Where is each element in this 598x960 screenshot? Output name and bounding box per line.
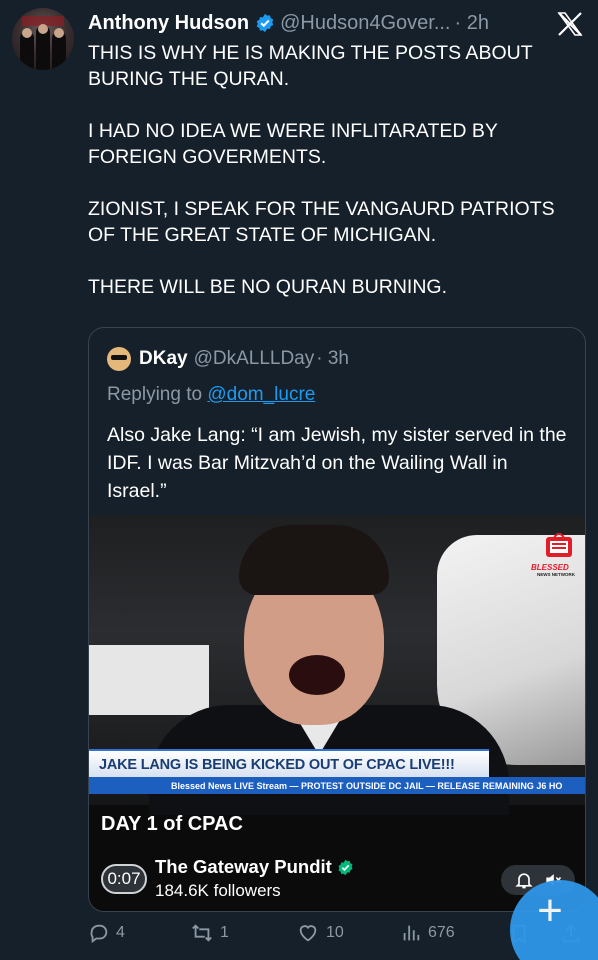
verified-icon	[256, 13, 274, 33]
quote-author-handle[interactable]: @DkALLLDay	[194, 348, 315, 370]
like-icon	[299, 925, 317, 942]
bell-icon[interactable]	[514, 870, 534, 890]
repost-icon	[192, 924, 212, 942]
lower-third-banner: JAKE LANG IS BEING KICKED OUT OF CPAC LI…	[89, 749, 489, 779]
reply-icon	[90, 924, 108, 944]
post-time: · 2h	[454, 11, 489, 34]
like-button[interactable]: 10	[296, 922, 344, 944]
channel-name[interactable]: The Gateway Pundit	[155, 856, 354, 878]
repost-button[interactable]: 1	[190, 922, 229, 944]
author-avatar[interactable]	[12, 8, 74, 70]
video-frame[interactable]: BLESSED NEWS NETWORK JAKE LANG IS BEING …	[89, 515, 585, 815]
views-icon	[403, 925, 420, 941]
reply-count: 4	[116, 924, 125, 941]
quote-text: Also Jake Lang: “I am Jewish, my sister …	[107, 424, 567, 502]
quote-time: · 3h	[316, 348, 349, 369]
post-paragraph: I HAD NO IDEA WE WERE INFLITARATED BY FO…	[88, 120, 498, 168]
post-paragraph: ZIONIST, I SPEAK FOR THE VANGAURD PATRIO…	[88, 198, 555, 246]
reply-button[interactable]: 4	[88, 922, 125, 944]
replying-to: Replying to @dom_lucre	[107, 384, 315, 406]
replying-to-link[interactable]: @dom_lucre	[207, 384, 315, 405]
ticker-text: Blessed News LIVE Stream — PROTEST OUTSI…	[171, 780, 563, 791]
video-player[interactable]: BLESSED NEWS NETWORK JAKE LANG IS BEING …	[89, 515, 585, 911]
verified-icon	[338, 859, 353, 875]
channel-followers: 184.6K followers	[155, 881, 281, 900]
video-title: DAY 1 of CPAC	[101, 813, 243, 835]
views-count: 676	[428, 924, 455, 941]
news-logo-subtext: NEWS NETWORK	[537, 572, 575, 577]
news-ticker: Blessed News LIVE Stream — PROTEST OUTSI…	[89, 777, 585, 794]
close-x-icon[interactable]	[556, 10, 584, 38]
quote-header: DKay @DkALLLDay · 3h	[107, 346, 349, 372]
plus-icon: +	[537, 886, 563, 935]
channel-name-text: The Gateway Pundit	[155, 856, 332, 877]
video-timestamp: 0:07	[101, 864, 147, 894]
news-logo-icon	[546, 533, 572, 557]
author-name[interactable]: Anthony Hudson	[88, 12, 249, 35]
post-paragraph: THIS IS WHY HE IS MAKING THE POSTS ABOUT…	[88, 42, 533, 90]
lower-third-text: JAKE LANG IS BEING KICKED OUT OF CPAC LI…	[99, 757, 455, 773]
repost-count: 1	[220, 924, 229, 941]
views-button[interactable]: 676	[400, 922, 455, 944]
like-count: 10	[326, 924, 344, 941]
author-handle[interactable]: @Hudson4Gover...	[280, 12, 450, 35]
quoted-post[interactable]: DKay @DkALLLDay · 3h Replying to @dom_lu…	[88, 327, 586, 912]
quote-avatar[interactable]	[107, 347, 131, 371]
quote-author-name[interactable]: DKay	[139, 348, 188, 370]
post-paragraph: THERE WILL BE NO QURAN BURNING.	[88, 276, 447, 298]
post-text: THIS IS WHY HE IS MAKING THE POSTS ABOUT…	[88, 40, 578, 326]
post-header: Anthony Hudson @Hudson4Gover... · 2h	[88, 10, 588, 36]
news-logo-text: BLESSED	[531, 563, 569, 572]
replying-prefix: Replying to	[107, 384, 208, 405]
